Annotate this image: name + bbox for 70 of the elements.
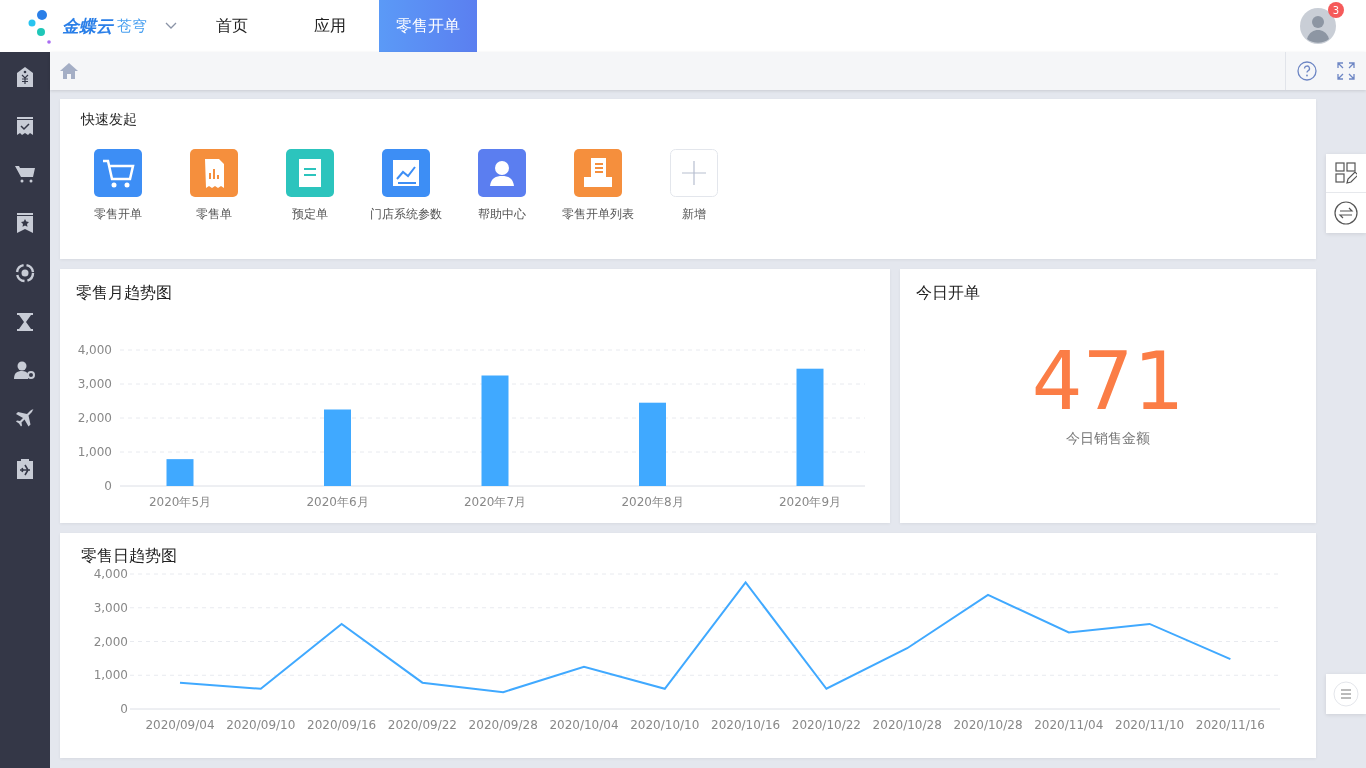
app-icon[interactable]: [574, 149, 622, 197]
app-icon[interactable]: [190, 149, 238, 197]
axis-label: 0: [104, 479, 112, 493]
target-icon[interactable]: [15, 263, 35, 283]
axis-label: 2020/11/04: [1034, 718, 1104, 732]
clipboard-plane-icon[interactable]: [16, 459, 34, 479]
notification-badge: 3: [1328, 2, 1344, 18]
today-label: 今日销售金额: [1065, 430, 1151, 448]
brand-subtitle: 苍穹: [117, 16, 147, 36]
app-label[interactable]: 零售开单: [94, 206, 142, 223]
axis-label: 2020/11/10: [1115, 718, 1185, 732]
axis-label: 3,000: [93, 600, 128, 615]
home-icon[interactable]: [60, 63, 78, 79]
app-label[interactable]: 门店系统参数: [370, 206, 442, 223]
fullscreen-icon[interactable]: [1337, 62, 1355, 80]
nav-tab[interactable]: 首页: [183, 0, 281, 52]
axis-label: 1,000: [77, 445, 112, 459]
layout-edit-icon[interactable]: [1335, 162, 1357, 184]
axis-label: 2020/09/16: [307, 718, 377, 732]
axis-label: 2020/10/04: [549, 718, 619, 732]
hourglass-icon[interactable]: [17, 313, 33, 331]
axis-label: 2020年6月: [306, 495, 369, 509]
axis-label: 2020年9月: [778, 495, 842, 509]
axis-label: 2020/10/28: [872, 718, 942, 732]
chart-bar: [166, 459, 194, 486]
today-value: 471: [1030, 342, 1186, 422]
user-gear-icon[interactable]: [14, 361, 36, 379]
axis-label: 2020/09/04: [145, 718, 215, 732]
app-label[interactable]: 预定单: [292, 206, 328, 223]
axis-label: 4,000: [77, 343, 112, 357]
card-title: 快速发起: [79, 111, 138, 129]
axis-label: 2020/11/16: [1195, 718, 1265, 732]
card-title: 今日开单: [915, 282, 981, 304]
app-icon[interactable]: [382, 149, 430, 197]
axis-label: 2020/10/22: [791, 718, 861, 732]
app-icon[interactable]: [286, 149, 334, 197]
axis-label: 2020/10/16: [711, 718, 781, 732]
axis-label: 2020/09/10: [226, 718, 296, 732]
cart-icon[interactable]: [15, 165, 35, 183]
nav-tab[interactable]: 应用: [281, 0, 379, 52]
swap-icon[interactable]: [1334, 201, 1358, 225]
axis-label: 2020/10/10: [630, 718, 700, 732]
price-tag-icon[interactable]: [16, 67, 34, 87]
card-title: 零售日趋势图: [80, 545, 178, 565]
axis-label: 4,000: [93, 567, 128, 581]
app-label[interactable]: 零售单: [196, 206, 232, 223]
axis-label: 2020/10/28: [953, 718, 1023, 732]
help-icon[interactable]: [1297, 61, 1317, 81]
app-label[interactable]: 零售开单列表: [562, 206, 634, 223]
axis-label: 2020/09/28: [468, 718, 538, 732]
axis-label: 2020年7月: [463, 495, 527, 509]
axis-label: 2,000: [77, 411, 112, 425]
app-label[interactable]: 新增: [682, 206, 706, 223]
chevron-down-icon[interactable]: [165, 22, 177, 30]
axis-label: 2020/09/22: [387, 718, 457, 732]
axis-label: 2020年5月: [148, 495, 212, 509]
axis-label: 3,000: [77, 377, 112, 391]
app-label[interactable]: 帮助中心: [478, 206, 526, 223]
menu-icon[interactable]: [1333, 681, 1359, 707]
axis-label: 0: [120, 702, 128, 716]
axis-label: 2020年8月: [621, 495, 684, 509]
brand-name: 金蝶云: [62, 14, 113, 38]
check-ticket-icon[interactable]: [16, 117, 34, 135]
app-icon[interactable]: [94, 149, 142, 197]
app-icon[interactable]: [478, 149, 526, 197]
airplane-icon[interactable]: [15, 409, 35, 429]
axis-label: 1,000: [93, 668, 128, 683]
card-title: 零售月趋势图: [75, 282, 173, 304]
axis-label: 2,000: [93, 634, 128, 649]
bookmark-star-icon[interactable]: [16, 213, 34, 233]
